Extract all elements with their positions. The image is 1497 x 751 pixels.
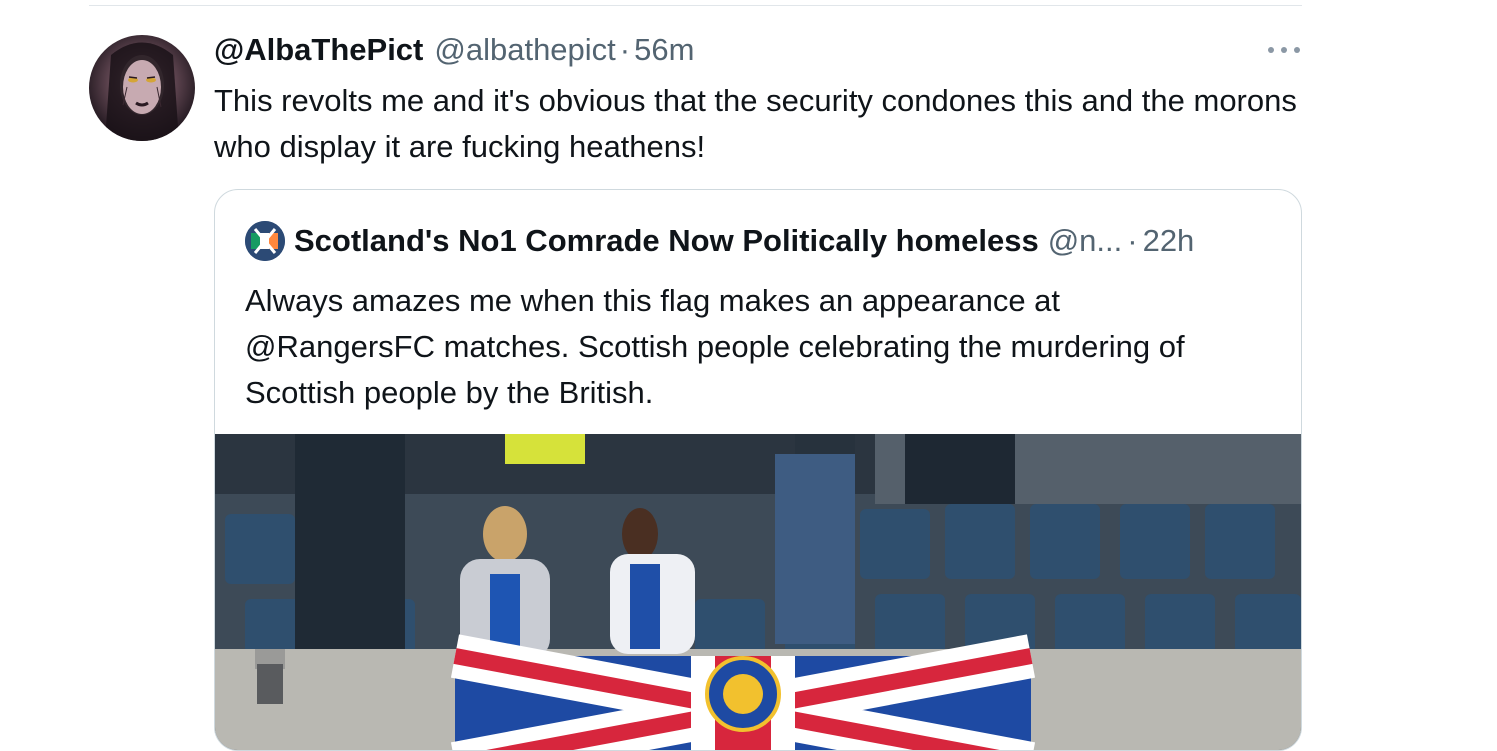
quoted-user-handle[interactable]: @n... [1048,223,1123,259]
avatar[interactable] [89,35,195,141]
quoted-tweet-photo[interactable] [215,434,1301,750]
quoted-text-line: Scottish people by the British. [245,375,654,410]
top-divider [89,5,1302,6]
tweet-text: This revolts me and it's obvious that th… [214,83,1297,164]
quoted-tweet-header: Scotland's No1 Comrade Now Politically h… [245,220,1194,262]
quoted-tweet-text: Always amazes me when this flag makes an… [245,278,1285,416]
timestamp[interactable]: 56m [634,32,694,68]
quoted-separator-dot: · [1127,223,1138,258]
quoted-text-line: @RangersFC matches. Scottish people cele… [245,329,1185,364]
quoted-timestamp[interactable]: 22h [1143,223,1195,259]
tweet-header: @AlbaThePict @albathepict · 56m [214,30,694,70]
display-name[interactable]: @AlbaThePict [214,32,423,68]
quoted-avatar [245,221,285,261]
user-handle[interactable]: @albathepict [434,32,615,68]
quoted-display-name[interactable]: Scotland's No1 Comrade Now Politically h… [294,223,1039,259]
more-horizontal-icon[interactable] [1268,42,1300,58]
avatar-image [105,42,179,141]
quoted-tweet-card[interactable]: Scotland's No1 Comrade Now Politically h… [214,189,1302,751]
stadium-photo [215,434,1301,750]
quoted-avatar-image [245,221,285,261]
separator-dot: · [619,32,631,67]
quoted-text-line: Always amazes me when this flag makes an… [245,283,1061,318]
